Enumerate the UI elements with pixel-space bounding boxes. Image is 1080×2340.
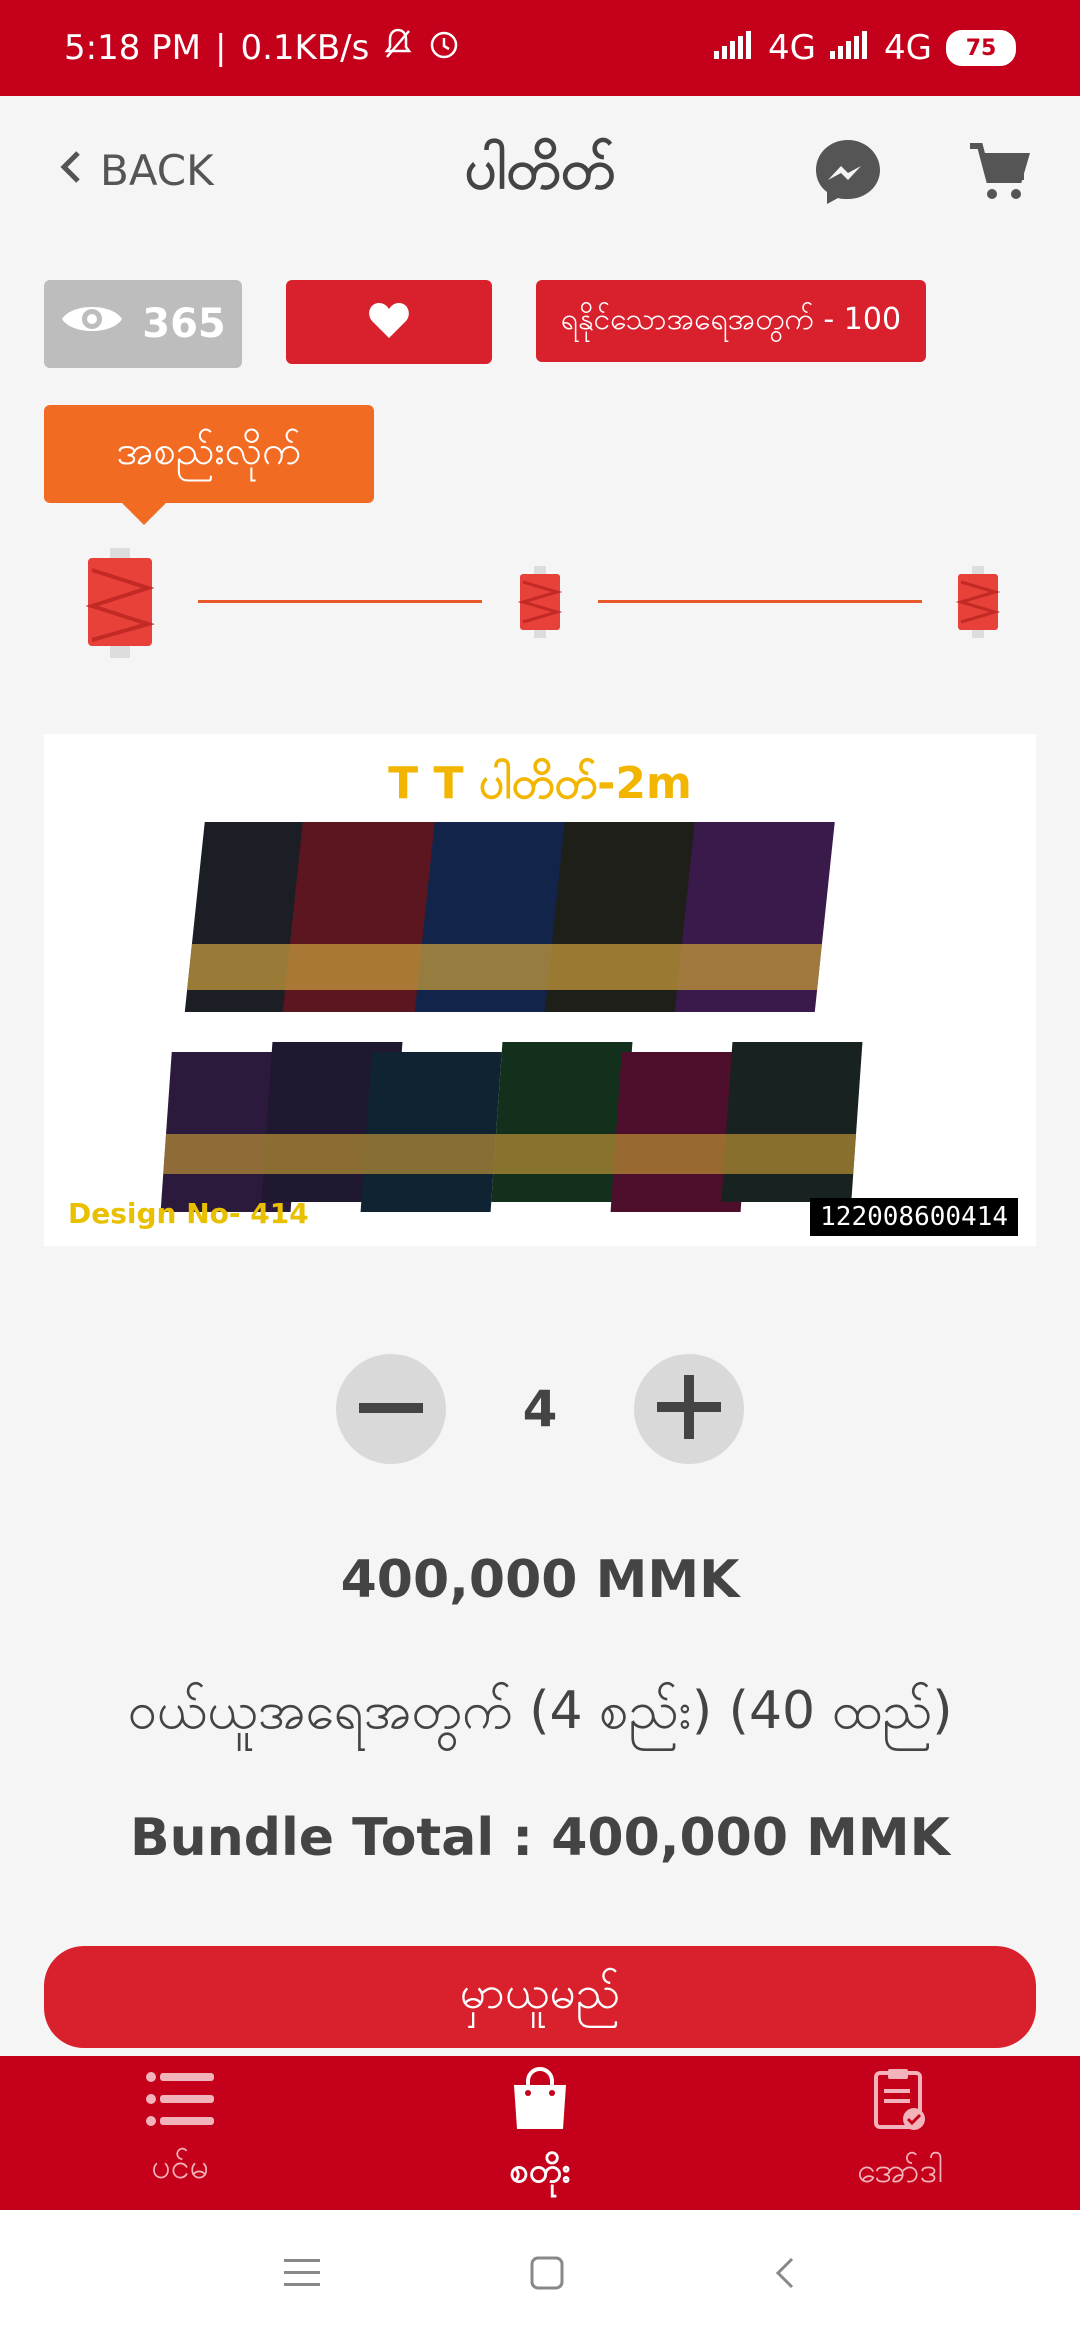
bundle-total: Bundle Total : 400,000 MMK [130, 1808, 950, 1868]
nav-label: စတိုး [509, 2151, 571, 2191]
order-button-label: မှာယူမည် [459, 1964, 621, 2019]
bundle-quantity: ဝယ်ယူအရေအတွက် (4 စည်း) (40 ထည်) [127, 1681, 953, 1741]
spool-option-small[interactable] [954, 566, 1002, 642]
network-type-2: 4G [884, 28, 932, 68]
stock-label: ရနိုင်သောအရေအတွက် - 100 [560, 301, 902, 337]
alarm-icon [427, 27, 461, 70]
clipboard-check-icon [872, 2067, 928, 2140]
increase-quantity-button[interactable] [634, 1354, 744, 1464]
nav-item-store[interactable]: စတိုး [360, 2056, 720, 2210]
favorite-button[interactable] [286, 280, 492, 364]
app-bar: BACK ပါတိတ် [0, 96, 1080, 246]
menu-icon[interactable] [284, 2259, 320, 2291]
unit-price: 400,000 MMK [340, 1550, 740, 1610]
page-title: ပါတိတ် [464, 137, 616, 202]
step-line [598, 600, 922, 603]
step-line [198, 600, 482, 603]
signal-icon [714, 28, 754, 68]
network-type-1: 4G [768, 28, 817, 68]
messenger-icon[interactable] [812, 136, 884, 212]
unit-active-label: အစည်းလိုက် [116, 427, 302, 474]
order-button[interactable]: မှာယူမည် [44, 1946, 1036, 2048]
product-image[interactable]: T T ပါတိတ်-2m Design No- 414 12200860041… [44, 734, 1036, 1246]
status-divider: | [215, 28, 227, 68]
quantity-value: 4 [522, 1380, 558, 1438]
product-code: 122008600414 [810, 1198, 1018, 1236]
battery-icon: 75 [946, 30, 1016, 66]
nav-item-orders[interactable]: အော်ဒါ [720, 2056, 1080, 2210]
status-time: 5:18 PM [64, 28, 201, 68]
design-number: Design No- 414 [68, 1197, 309, 1230]
list-icon [146, 2071, 214, 2136]
status-right: 4G 4G 75 [714, 28, 1016, 68]
back-triangle-icon[interactable] [774, 2255, 796, 2295]
heart-icon [368, 301, 410, 343]
home-square-icon[interactable] [530, 2256, 564, 2294]
eye-icon [60, 299, 124, 349]
nav-item-home[interactable]: ပင်မ [0, 2056, 360, 2210]
status-bar: 5:18 PM | 0.1KB/s 4G 4G 75 [0, 0, 1080, 96]
spool-option-large[interactable] [84, 548, 156, 662]
shopping-bag-icon [510, 2067, 570, 2140]
nav-label: အော်ဒါ [857, 2151, 943, 2191]
status-left: 5:18 PM | 0.1KB/s [64, 27, 461, 70]
decrease-quantity-button[interactable] [336, 1354, 446, 1464]
status-speed: 0.1KB/s [240, 28, 370, 68]
stock-available-button[interactable]: ရနိုင်သောအရေအတွက် - 100 [536, 280, 926, 362]
views-counter: 365 [44, 280, 242, 368]
spool-option-medium[interactable] [516, 566, 564, 642]
bottom-navigation: ပင်မ စတိုး အော်ဒါ [0, 2056, 1080, 2210]
cart-icon[interactable] [966, 140, 1030, 208]
bell-off-icon [383, 27, 413, 70]
nav-label: ပင်မ [151, 2147, 209, 2187]
system-navigation-bar [0, 2210, 1080, 2340]
unit-tooltip: အစည်းလိုက် [44, 405, 374, 525]
fabric-photo [160, 822, 863, 1212]
minus-icon [359, 1400, 423, 1419]
views-count: 365 [142, 301, 226, 347]
plus-icon [657, 1375, 721, 1443]
signal-icon [830, 28, 870, 68]
